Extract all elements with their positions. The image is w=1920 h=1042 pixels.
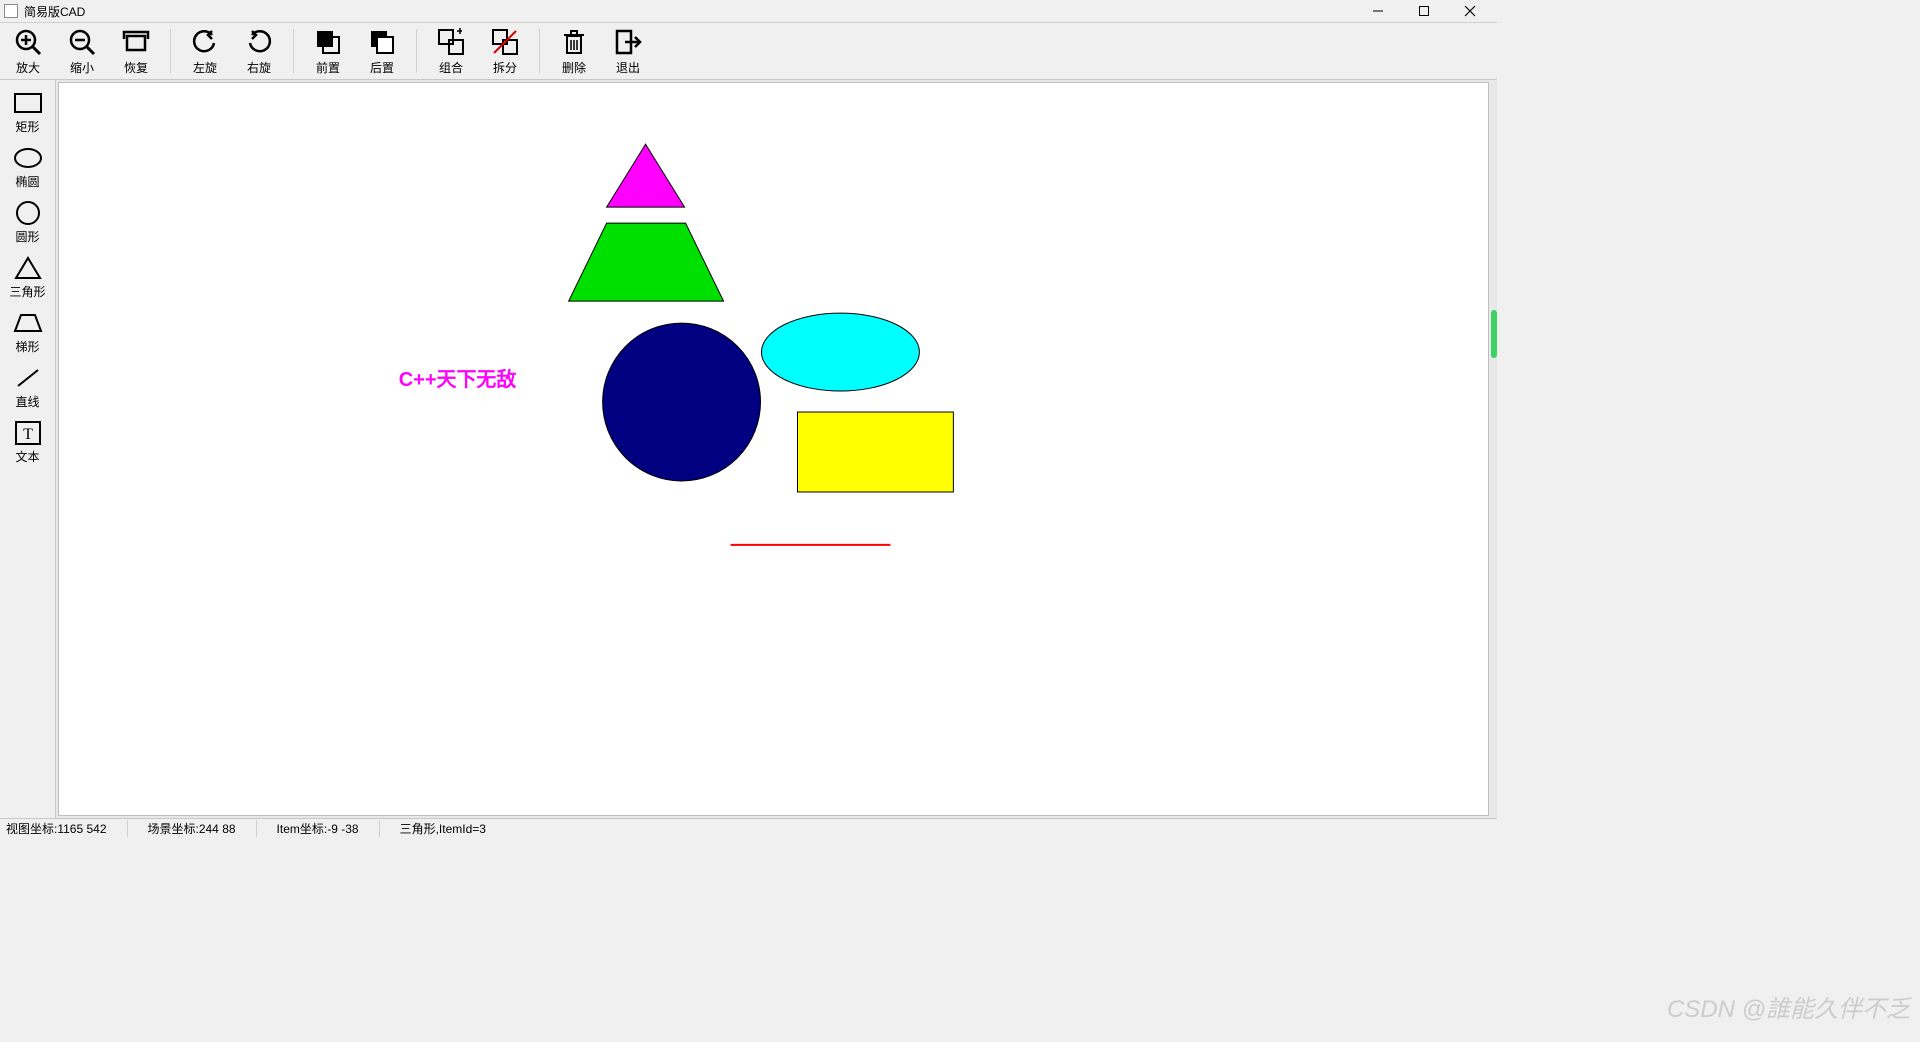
zoom-out-label: 缩小 <box>70 59 94 76</box>
rotate-right-icon <box>244 27 274 57</box>
shape-trapezoid[interactable] <box>569 223 724 301</box>
trapezoid-tool[interactable]: 梯形 <box>6 308 50 357</box>
exit-label: 退出 <box>616 59 640 76</box>
delete-label: 删除 <box>562 59 586 76</box>
rect-tool[interactable]: 矩形 <box>6 88 50 137</box>
app-icon <box>4 4 18 18</box>
delete-button[interactable]: 删除 <box>554 27 594 76</box>
status-scene-coord: 场景坐标:244 88 <box>148 820 257 837</box>
toolbar-separator <box>416 29 417 73</box>
rotate-right-button[interactable]: 右旋 <box>239 27 279 76</box>
ungroup-icon <box>490 27 520 57</box>
bring-front-label: 前置 <box>316 59 340 76</box>
ungroup-label: 拆分 <box>493 59 517 76</box>
restore-label: 恢复 <box>124 59 148 76</box>
trash-icon <box>559 27 589 57</box>
rotate-right-label: 右旋 <box>247 59 271 76</box>
triangle-icon <box>12 255 44 281</box>
group-icon <box>436 27 466 57</box>
line-label: 直线 <box>15 393 39 410</box>
bring-front-button[interactable]: 前置 <box>308 27 348 76</box>
drawing-canvas[interactable]: C++天下无敌 <box>58 82 1489 816</box>
trapezoid-icon <box>12 310 44 336</box>
status-bar: 视图坐标:1165 542 场景坐标:244 88 Item坐标:-9 -38 … <box>0 818 1497 838</box>
ellipse-icon <box>12 145 44 171</box>
shape-text[interactable]: C++天下无敌 <box>399 367 517 391</box>
ungroup-button[interactable]: 拆分 <box>485 27 525 76</box>
text-icon: T <box>12 420 44 446</box>
zoom-in-label: 放大 <box>16 59 40 76</box>
triangle-label: 三角形 <box>9 283 45 300</box>
status-selection: 三角形,ItemId=3 <box>400 820 486 837</box>
rect-label: 矩形 <box>15 118 39 135</box>
main-body: 矩形 椭圆 圆形 三角形 梯形 直线 T <box>0 80 1497 818</box>
circle-label: 圆形 <box>15 228 39 245</box>
zoom-in-button[interactable]: 放大 <box>8 27 48 76</box>
shape-toolbar: 矩形 椭圆 圆形 三角形 梯形 直线 T <box>0 80 56 818</box>
close-icon <box>1464 5 1476 17</box>
top-toolbar: 放大 缩小 恢复 左旋 <box>0 22 1497 80</box>
shape-circle[interactable] <box>603 323 761 481</box>
line-icon <box>12 365 44 391</box>
text-tool[interactable]: T 文本 <box>6 418 50 467</box>
status-view-coord: 视图坐标:1165 542 <box>6 820 128 837</box>
text-label: 文本 <box>15 448 39 465</box>
app-window: 简易版CAD 放大 缩小 <box>0 0 1497 838</box>
minimize-icon <box>1372 5 1384 17</box>
rotate-left-label: 左旋 <box>193 59 217 76</box>
window-title: 简易版CAD <box>24 3 1355 20</box>
maximize-icon <box>1418 5 1430 17</box>
watermark: CSDN @誰能久伴不乏 <box>1667 989 1910 1024</box>
zoom-out-icon <box>67 27 97 57</box>
canvas-container: C++天下无敌 <box>56 80 1497 818</box>
rotate-left-icon <box>190 27 220 57</box>
toolbar-separator <box>170 29 171 73</box>
shape-rectangle[interactable] <box>797 412 953 492</box>
trapezoid-label: 梯形 <box>15 338 39 355</box>
zoom-out-button[interactable]: 缩小 <box>62 27 102 76</box>
shape-triangle[interactable] <box>607 144 685 207</box>
zoom-in-icon <box>13 27 43 57</box>
svg-text:T: T <box>23 426 33 443</box>
shape-ellipse[interactable] <box>762 313 920 391</box>
scrollbar-thumb[interactable] <box>1491 310 1497 358</box>
triangle-tool[interactable]: 三角形 <box>6 253 50 302</box>
maximize-button[interactable] <box>1401 0 1447 22</box>
group-button[interactable]: 组合 <box>431 27 471 76</box>
bring-front-icon <box>313 27 343 57</box>
send-back-button[interactable]: 后置 <box>362 27 402 76</box>
rotate-left-button[interactable]: 左旋 <box>185 27 225 76</box>
circle-tool[interactable]: 圆形 <box>6 198 50 247</box>
rect-icon <box>12 90 44 116</box>
status-item-coord: Item坐标:-9 -38 <box>277 820 380 837</box>
toolbar-separator <box>293 29 294 73</box>
restore-button[interactable]: 恢复 <box>116 27 156 76</box>
ellipse-label: 椭圆 <box>15 173 39 190</box>
restore-icon <box>121 27 151 57</box>
titlebar: 简易版CAD <box>0 0 1497 22</box>
send-back-icon <box>367 27 397 57</box>
close-button[interactable] <box>1447 0 1493 22</box>
minimize-button[interactable] <box>1355 0 1401 22</box>
group-label: 组合 <box>439 59 463 76</box>
exit-icon <box>613 27 643 57</box>
send-back-label: 后置 <box>370 59 394 76</box>
circle-icon <box>12 200 44 226</box>
ellipse-tool[interactable]: 椭圆 <box>6 143 50 192</box>
toolbar-separator <box>539 29 540 73</box>
canvas-svg: C++天下无敌 <box>59 83 1488 815</box>
exit-button[interactable]: 退出 <box>608 27 648 76</box>
line-tool[interactable]: 直线 <box>6 363 50 412</box>
